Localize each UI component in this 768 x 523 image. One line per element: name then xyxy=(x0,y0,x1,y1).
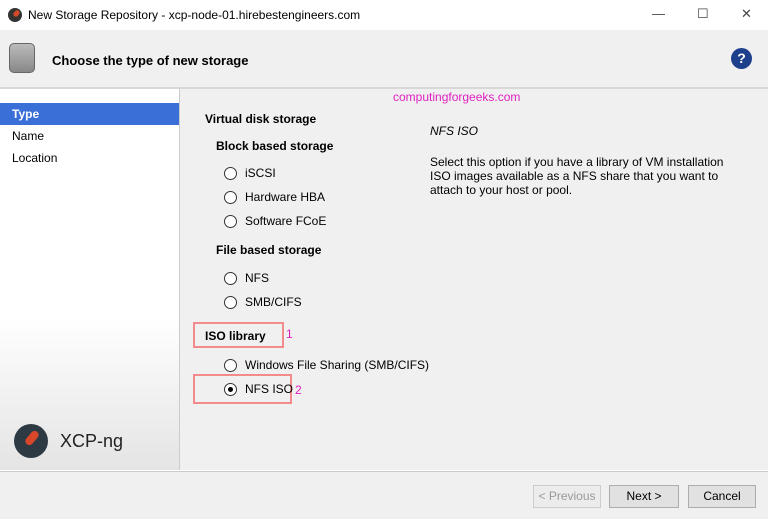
brand-name: XCP-ng xyxy=(60,430,124,451)
virtual-disk-heading: Virtual disk storage xyxy=(205,112,317,126)
page-title: Choose the type of new storage xyxy=(52,53,249,68)
minimize-button[interactable]: — xyxy=(652,6,665,21)
brand-logo: XCP-ng xyxy=(14,424,123,458)
radio-label: SMB/CIFS xyxy=(245,295,302,309)
description-text: Select this option if you have a library… xyxy=(430,155,724,197)
cancel-button[interactable]: Cancel xyxy=(688,485,756,508)
radio-indicator[interactable] xyxy=(224,358,237,372)
radio-label: Software FCoE xyxy=(245,214,327,228)
radio-indicator[interactable] xyxy=(224,190,237,204)
radio-indicator[interactable] xyxy=(224,271,237,285)
radio-indicator[interactable] xyxy=(224,295,237,309)
file-heading: File based storage xyxy=(216,243,322,257)
wizard-footer: < Previous Next > Cancel xyxy=(0,471,768,519)
radio-indicator-selected[interactable] xyxy=(224,382,237,396)
radio-indicator[interactable] xyxy=(224,214,237,228)
radio-label: NFS ISO xyxy=(245,382,294,396)
sidebar-item-type[interactable]: Type xyxy=(0,103,179,125)
annotation-1: 1 xyxy=(286,327,293,341)
sidebar-item-name[interactable]: Name xyxy=(0,125,179,147)
description-title: NFS ISO xyxy=(430,124,479,138)
radio-windows-file-sharing[interactable]: Windows File Sharing (SMB/CIFS) xyxy=(224,358,429,372)
watermark: computingforgeeks.com xyxy=(393,90,521,104)
radio-nfs[interactable]: NFS xyxy=(224,271,269,285)
radio-nfs-iso[interactable]: NFS ISO xyxy=(224,382,293,396)
close-button[interactable]: ✕ xyxy=(741,6,752,22)
sidebar-item-location[interactable]: Location xyxy=(0,147,179,169)
radio-software-fcoe[interactable]: Software FCoE xyxy=(224,214,326,228)
maximize-button[interactable]: ☐ xyxy=(697,6,709,22)
iso-heading: ISO library xyxy=(205,329,266,343)
radio-label: Hardware HBA xyxy=(245,190,326,204)
block-heading: Block based storage xyxy=(216,139,334,153)
radio-label: NFS xyxy=(245,271,269,285)
xcp-app-icon xyxy=(8,8,22,22)
radio-indicator[interactable] xyxy=(224,166,237,180)
window-title: New Storage Repository - xcp-node-01.hir… xyxy=(28,8,361,22)
next-button[interactable]: Next > xyxy=(609,485,679,508)
main-panel: computingforgeeks.com Virtual disk stora… xyxy=(180,89,768,470)
wizard-sidebar: Type Name Location XCP-ng xyxy=(0,89,180,470)
wizard-header: Choose the type of new storage ? xyxy=(0,30,768,89)
radio-label: iSCSI xyxy=(245,166,276,180)
radio-label: Windows File Sharing (SMB/CIFS) xyxy=(245,358,430,372)
previous-button[interactable]: < Previous xyxy=(533,485,601,508)
radio-hardware-hba[interactable]: Hardware HBA xyxy=(224,190,325,204)
rocket-icon xyxy=(14,424,48,458)
annotation-2: 2 xyxy=(295,383,302,397)
help-button[interactable]: ? xyxy=(731,48,752,69)
radio-iscsi[interactable]: iSCSI xyxy=(224,166,276,180)
title-bar: New Storage Repository - xcp-node-01.hir… xyxy=(0,0,768,30)
storage-disk-icon xyxy=(9,43,35,73)
radio-smb-cifs[interactable]: SMB/CIFS xyxy=(224,295,302,309)
